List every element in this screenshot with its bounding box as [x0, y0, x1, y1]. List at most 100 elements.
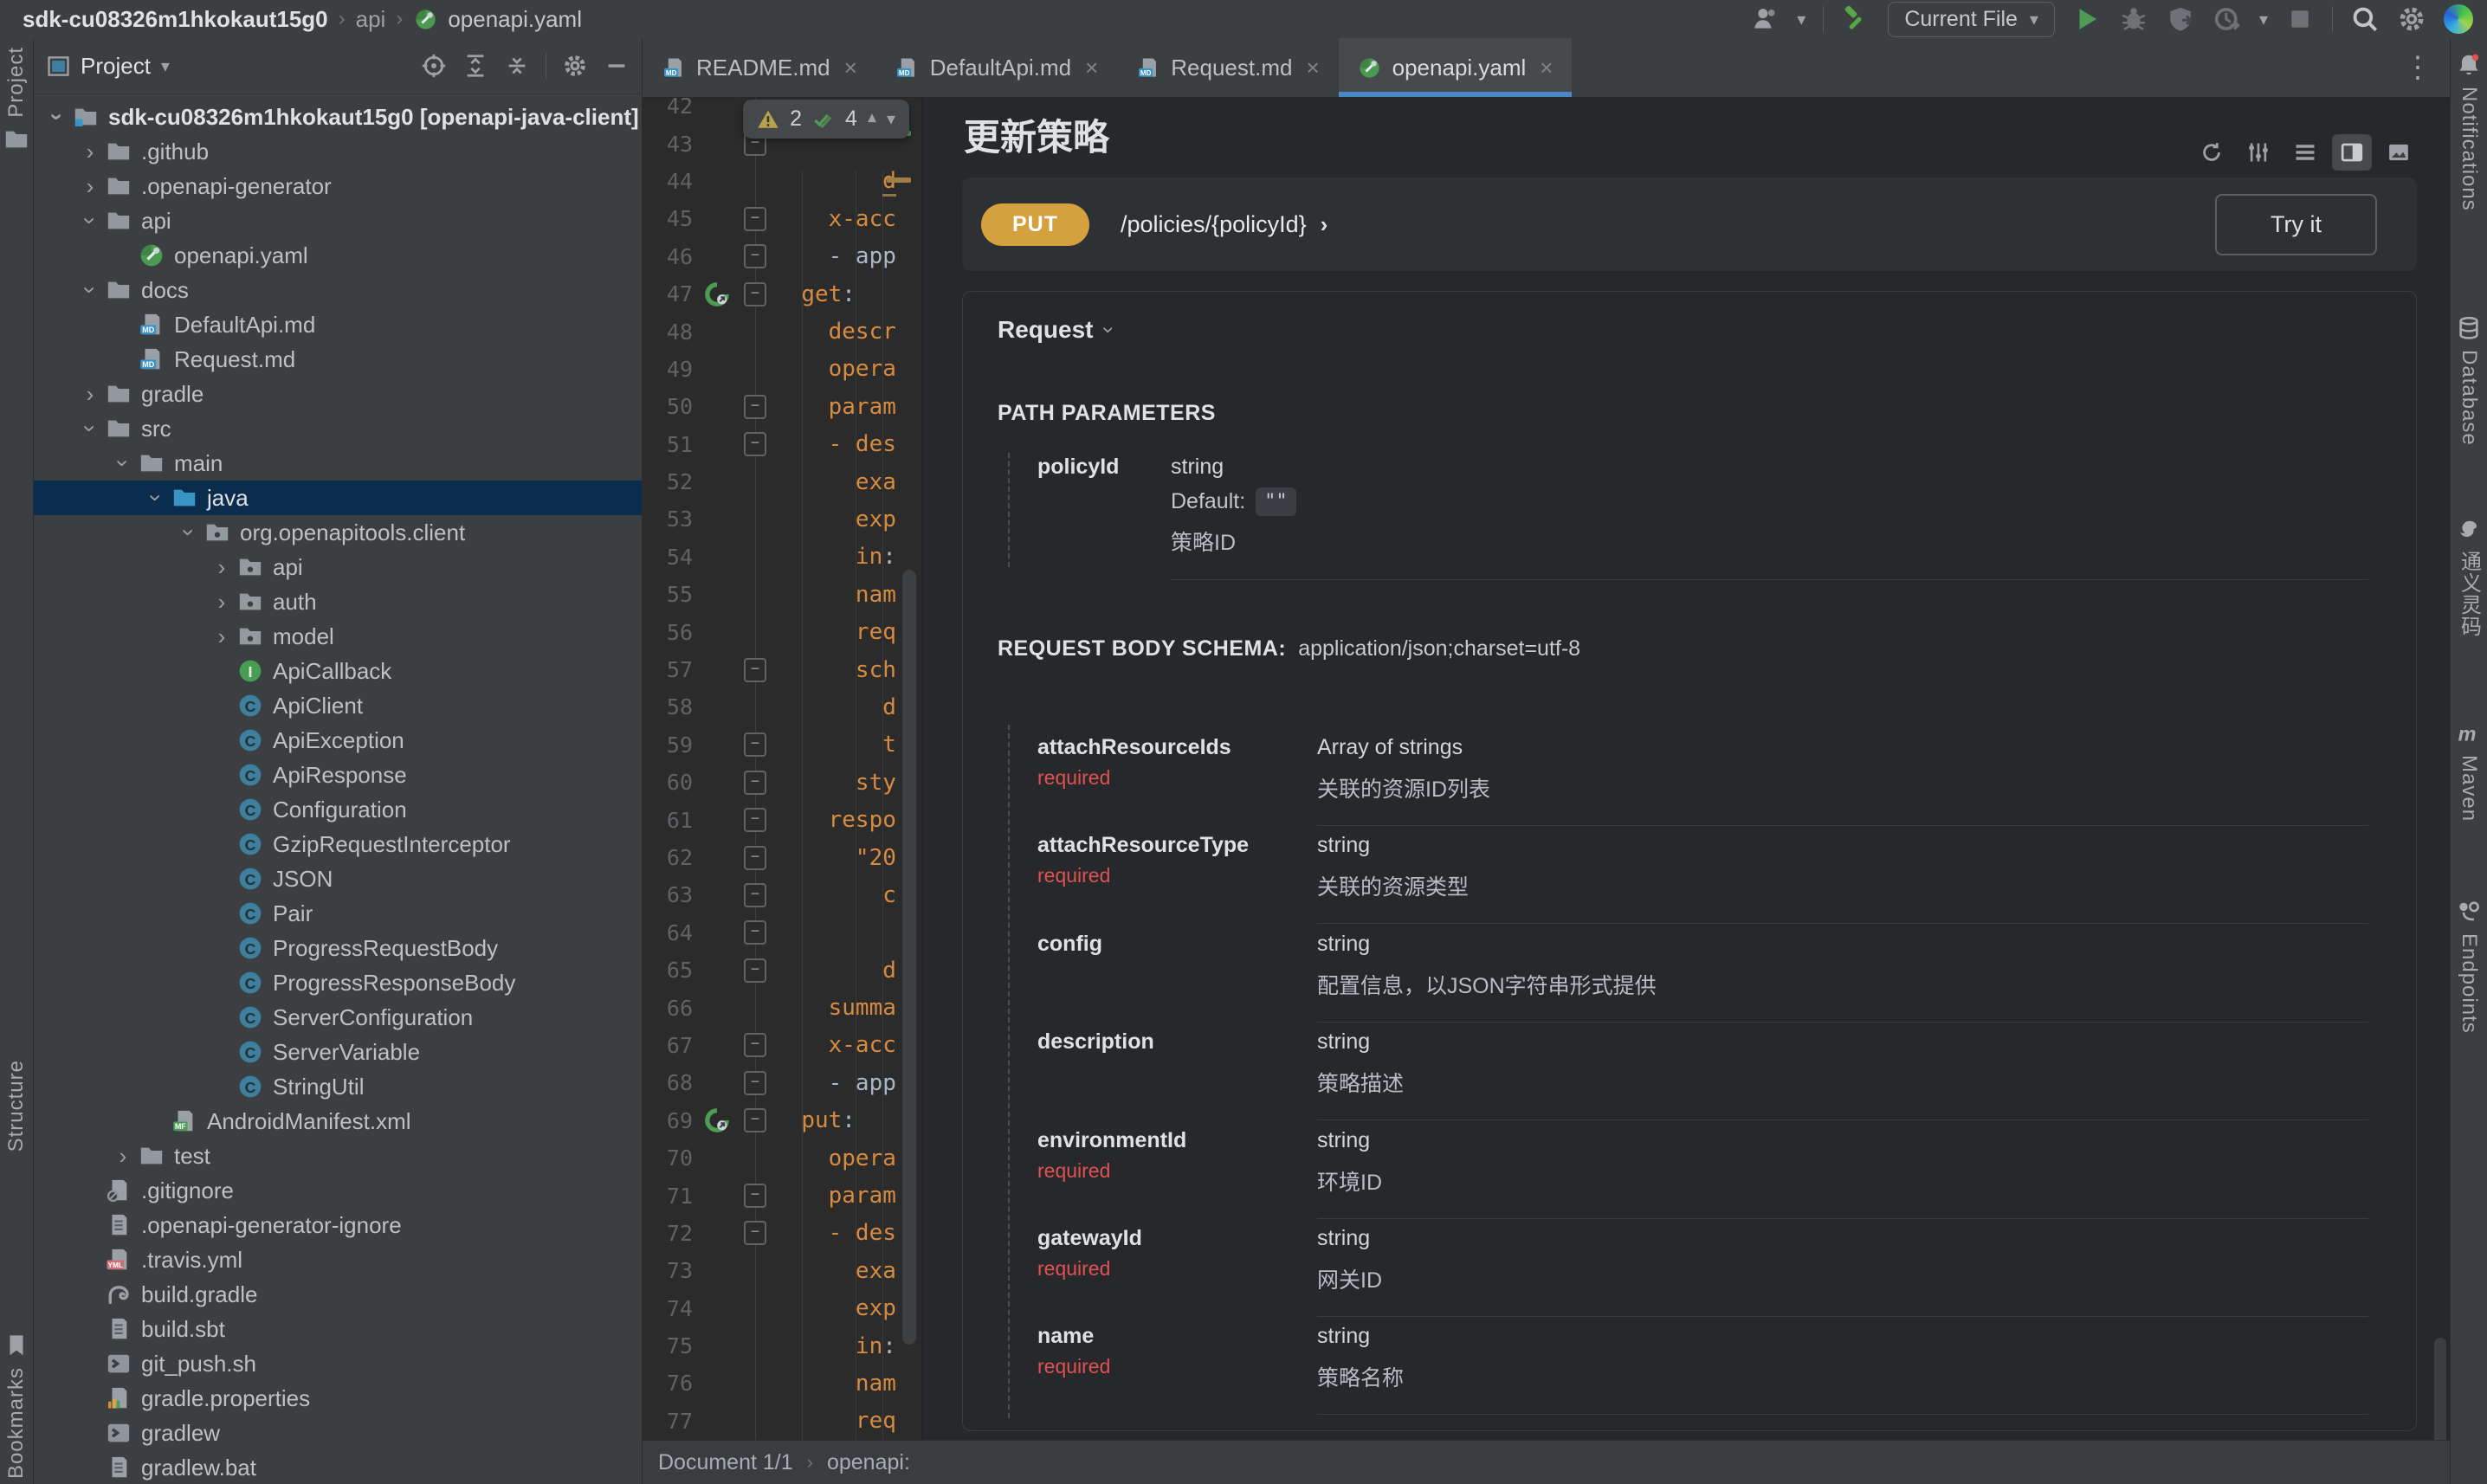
- close-icon[interactable]: ×: [1085, 55, 1098, 81]
- tree-item[interactable]: IApiCallback: [34, 654, 642, 688]
- tree-item[interactable]: MDRequest.md: [34, 342, 642, 377]
- inspections-widget[interactable]: 2 4 ▾ ▾: [743, 100, 909, 139]
- code-line[interactable]: 65− d: [643, 952, 921, 989]
- endpoint-card[interactable]: PUT /policies/{policyId} › Try it: [962, 177, 2417, 271]
- fold-marker-icon[interactable]: −: [736, 732, 774, 757]
- build-hammer-icon[interactable]: [1841, 4, 1870, 34]
- tool-button-maven[interactable]: mMaven: [2451, 720, 2487, 822]
- run-button[interactable]: [2072, 4, 2102, 34]
- settings-gear-icon[interactable]: [2397, 4, 2426, 34]
- tree-item[interactable]: ›api: [34, 203, 642, 238]
- code-line[interactable]: 66 summa: [643, 989, 921, 1026]
- fold-marker-icon[interactable]: −: [736, 771, 774, 795]
- fold-marker-icon[interactable]: −: [736, 1108, 774, 1132]
- tree-chevron-icon[interactable]: ›: [207, 625, 236, 648]
- tree-item[interactable]: gradlew.bat: [34, 1450, 642, 1484]
- tree-item[interactable]: gradle.properties: [34, 1381, 642, 1416]
- tree-item[interactable]: ›.openapi-generator: [34, 169, 642, 203]
- breadcrumb-project[interactable]: sdk-cu08326m1hkokaut15g0: [23, 6, 328, 33]
- fold-marker-icon[interactable]: −: [736, 1033, 774, 1057]
- tree-chevron-icon[interactable]: ›: [75, 210, 105, 232]
- tree-item[interactable]: ›auth: [34, 584, 642, 619]
- code-line[interactable]: 55 nam: [643, 576, 921, 613]
- tree-item[interactable]: ›test: [34, 1139, 642, 1173]
- tree-item[interactable]: ›model: [34, 619, 642, 654]
- tree-chevron-icon[interactable]: ›: [174, 521, 203, 544]
- tab-README.md[interactable]: MDREADME.md×: [643, 38, 876, 97]
- tree-item[interactable]: CProgressResponseBody: [34, 965, 642, 1000]
- code-editor[interactable]: 4243−44 d45− x-acc46− - app47− get:48 de…: [643, 98, 921, 1440]
- tree-item[interactable]: CApiException: [34, 723, 642, 758]
- try-it-button[interactable]: Try it: [2215, 194, 2377, 255]
- stop-button[interactable]: [2285, 4, 2315, 34]
- fold-marker-icon[interactable]: −: [736, 883, 774, 907]
- options-gear-icon[interactable]: [562, 53, 588, 79]
- tree-chevron-icon[interactable]: ›: [75, 140, 105, 163]
- warning-stripe[interactable]: [887, 177, 911, 183]
- code-line[interactable]: 71− param: [643, 1177, 921, 1214]
- breadcrumb-file[interactable]: openapi.yaml: [448, 6, 582, 33]
- run-config-select[interactable]: Current File ▾: [1888, 2, 2055, 37]
- code-line[interactable]: 61− respo: [643, 801, 921, 838]
- code-line[interactable]: 46− - app: [643, 238, 921, 275]
- tab-openapi.yaml[interactable]: openapi.yaml×: [1339, 38, 1573, 97]
- coverage-button[interactable]: [2212, 4, 2242, 34]
- tool-button-project[interactable]: Project: [0, 47, 33, 152]
- tree-item[interactable]: .openapi-generator-ignore: [34, 1208, 642, 1242]
- tree-item[interactable]: CGzipRequestInterceptor: [34, 827, 642, 861]
- fold-marker-icon[interactable]: −: [736, 1184, 774, 1208]
- tree-chevron-icon[interactable]: ›: [75, 175, 105, 197]
- code-line[interactable]: 72− - des: [643, 1215, 921, 1252]
- tree-item[interactable]: ›sdk-cu08326m1hkokaut15g0 [openapi-java-…: [34, 100, 642, 134]
- tree-chevron-icon[interactable]: ›: [75, 417, 105, 440]
- panel-view-icon[interactable]: [2332, 134, 2372, 171]
- tree-item[interactable]: openapi.yaml: [34, 238, 642, 273]
- code-line[interactable]: 49 opera: [643, 351, 921, 388]
- fold-marker-icon[interactable]: −: [736, 920, 774, 945]
- tool-button-tongyi[interactable]: 通义灵码: [2451, 516, 2487, 637]
- tree-chevron-icon[interactable]: ›: [75, 383, 105, 405]
- tree-item[interactable]: CStringUtil: [34, 1069, 642, 1104]
- editor-scrollbar[interactable]: [902, 570, 916, 1345]
- code-line[interactable]: 69− put:: [643, 1102, 921, 1139]
- tree-item[interactable]: build.sbt: [34, 1312, 642, 1346]
- locate-file-icon[interactable]: [421, 53, 447, 79]
- fold-marker-icon[interactable]: −: [736, 658, 774, 682]
- tree-item[interactable]: YML.travis.yml: [34, 1242, 642, 1277]
- collapse-all-icon[interactable]: [504, 53, 530, 79]
- breadcrumb[interactable]: sdk-cu08326m1hkokaut15g0 › api › openapi…: [0, 6, 582, 33]
- debug-button[interactable]: [2119, 4, 2148, 34]
- tree-item[interactable]: CProgressRequestBody: [34, 931, 642, 965]
- tree-item[interactable]: CConfiguration: [34, 792, 642, 827]
- tree-item[interactable]: CPair: [34, 896, 642, 931]
- api-endpoint-icon[interactable]: [698, 1108, 736, 1132]
- breadcrumb-api[interactable]: api: [356, 6, 386, 33]
- preview-scrollbar[interactable]: [2434, 1338, 2446, 1440]
- tree-item[interactable]: CJSON: [34, 861, 642, 896]
- tab-DefaultApi.md[interactable]: MDDefaultApi.md×: [876, 38, 1118, 97]
- tree-chevron-icon[interactable]: ›: [108, 1145, 138, 1167]
- code-line[interactable]: 56 req: [643, 613, 921, 650]
- expand-all-icon[interactable]: [462, 53, 488, 79]
- code-line[interactable]: 58 d: [643, 688, 921, 726]
- tree-item[interactable]: build.gradle: [34, 1277, 642, 1312]
- code-line[interactable]: 47− get:: [643, 275, 921, 313]
- close-icon[interactable]: ×: [1306, 55, 1319, 81]
- hide-panel-icon[interactable]: [604, 53, 630, 79]
- next-issue-icon[interactable]: ▾: [887, 108, 895, 130]
- code-line[interactable]: 52 exa: [643, 463, 921, 500]
- fold-marker-icon[interactable]: −: [736, 1071, 774, 1095]
- code-line[interactable]: 75 in:: [643, 1327, 921, 1365]
- tree-item[interactable]: ›src: [34, 411, 642, 446]
- code-line[interactable]: 74 exp: [643, 1290, 921, 1327]
- avatar[interactable]: [2444, 4, 2473, 34]
- code-line[interactable]: 60− sty: [643, 764, 921, 801]
- tree-item[interactable]: ›api: [34, 550, 642, 584]
- more-options-icon[interactable]: ⋮: [2403, 50, 2450, 85]
- tree-item[interactable]: CServerVariable: [34, 1035, 642, 1069]
- tree-chevron-icon[interactable]: ›: [207, 590, 236, 613]
- image-view-icon[interactable]: [2379, 134, 2419, 171]
- code-line[interactable]: 59− t: [643, 726, 921, 764]
- code-line[interactable]: 64−: [643, 914, 921, 952]
- fold-marker-icon[interactable]: −: [736, 958, 774, 983]
